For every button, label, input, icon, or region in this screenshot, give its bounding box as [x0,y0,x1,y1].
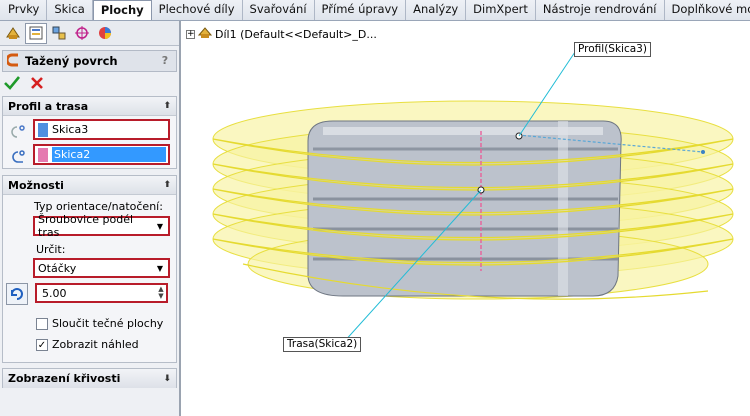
curve-display-header[interactable]: Zobrazení křivosti ⬇ [3,369,176,388]
dropdown-arrow-icon: ▼ [156,263,163,273]
configuration-manager-tab-icon[interactable] [48,23,70,44]
display-manager-tab-icon[interactable] [94,23,116,44]
dimxpert-manager-tab-icon[interactable] [71,23,93,44]
path-callout[interactable]: Trasa(Skica2) [283,337,362,352]
tab-0[interactable]: Prvky [0,0,48,20]
expand-chevron-icon[interactable]: ⬇ [163,374,171,384]
part-icon [197,26,213,42]
tab-9[interactable]: Doplňkové moduly SC [665,0,750,20]
turns-value: 5.00 [42,286,67,300]
model-graphics[interactable] [183,21,750,416]
cancel-x-icon[interactable] [30,76,44,93]
tab-8[interactable]: Nástroje rendrování [536,0,665,20]
feature-tree-root[interactable]: + Díl1 (Default<<Default>_D... [186,26,377,42]
feature-title: Tažený povrch [25,54,118,68]
tab-5[interactable]: Přímé úpravy [315,0,407,20]
tab-6[interactable]: Analýzy [406,0,467,20]
options-section: Možnosti ⬆ Typ orientace/natočení: Šroub… [2,175,177,363]
help-icon[interactable]: ? [158,54,172,68]
curve-display-title: Zobrazení křivosti [8,372,121,385]
specify-label: Určit: [36,243,66,256]
profile-value: Skica3 [52,123,89,136]
path-value: Skica2 [52,147,166,162]
profile-path-title: Profil a trasa [8,99,89,113]
dropdown-arrow-icon: ▼ [156,221,163,231]
command-manager-tabs: Prvky Skica Plochy Plechové díly Svařování Př… [0,0,750,21]
merge-tangent-checkbox[interactable]: Sloučit tečné plochy [36,317,163,330]
reverse-direction-icon[interactable] [6,283,28,305]
orientation-label: Typ orientace/natočení: [34,200,163,213]
merge-tangent-box[interactable] [36,317,48,330]
path-color-swatch [38,147,48,162]
orientation-value: Šroubovice podél tras [38,213,134,239]
property-manager-tab-icon[interactable] [25,22,47,44]
specify-value: Otáčky [38,261,77,275]
feature-manager-tab-icon[interactable] [2,23,24,44]
path-selection-field[interactable]: Skica2 [33,144,170,165]
profile-endpoint [701,150,705,154]
manager-tabs-row [0,21,179,46]
show-preview-box[interactable]: ✓ [36,338,48,351]
tab-3[interactable]: Plechové díly [152,0,243,20]
profile-color-swatch [38,122,48,137]
tab-1[interactable]: Skica [47,0,93,20]
orientation-dropdown[interactable]: Šroubovice podél tras ▼ [33,213,170,239]
profile-path-header[interactable]: Profil a trasa ⬆ [3,97,176,116]
options-title: Možnosti [8,178,64,192]
tab-7[interactable]: DimXpert [466,0,536,20]
specify-dropdown[interactable]: Otáčky ▼ [33,258,170,278]
tree-expand-icon[interactable]: + [186,29,195,39]
ok-cancel-row [0,72,179,96]
curve-display-section: Zobrazení křivosti ⬇ [2,368,177,388]
profile-path-section: Profil a trasa ⬆ Skica3 Skica2 [2,96,177,169]
show-preview-checkbox[interactable]: ✓ Zobrazit náhled [36,338,139,351]
turns-spinbox[interactable]: 5.00 ▲ ▼ [35,283,168,303]
collapse-chevron-icon[interactable]: ⬆ [163,180,171,190]
path-icon [8,149,26,168]
profile-selection-field[interactable]: Skica3 [33,119,170,140]
feature-title-bar: Tažený povrch ? [2,50,177,72]
show-preview-label: Zobrazit náhled [52,338,139,351]
property-manager-panel: Tažený povrch ? Profil a trasa ⬆ Skica3 … [0,21,181,416]
options-header[interactable]: Možnosti ⬆ [3,176,176,195]
swept-surface-icon [5,53,21,70]
profile-callout[interactable]: Profil(Skica3) [574,42,651,57]
part-name[interactable]: Díl1 (Default<<Default>_D... [215,28,377,41]
graphics-viewport[interactable]: + Díl1 (Default<<Default>_D... Profil(Sk… [183,21,750,416]
collapse-chevron-icon[interactable]: ⬆ [163,101,171,111]
tab-4[interactable]: Svařování [243,0,315,20]
profile-icon [8,124,26,141]
ok-check-icon[interactable] [4,75,21,93]
merge-tangent-label: Sloučit tečné plochy [52,317,164,330]
spin-arrows-icon[interactable]: ▲ ▼ [156,286,166,300]
tab-2[interactable]: Plochy [92,0,152,20]
